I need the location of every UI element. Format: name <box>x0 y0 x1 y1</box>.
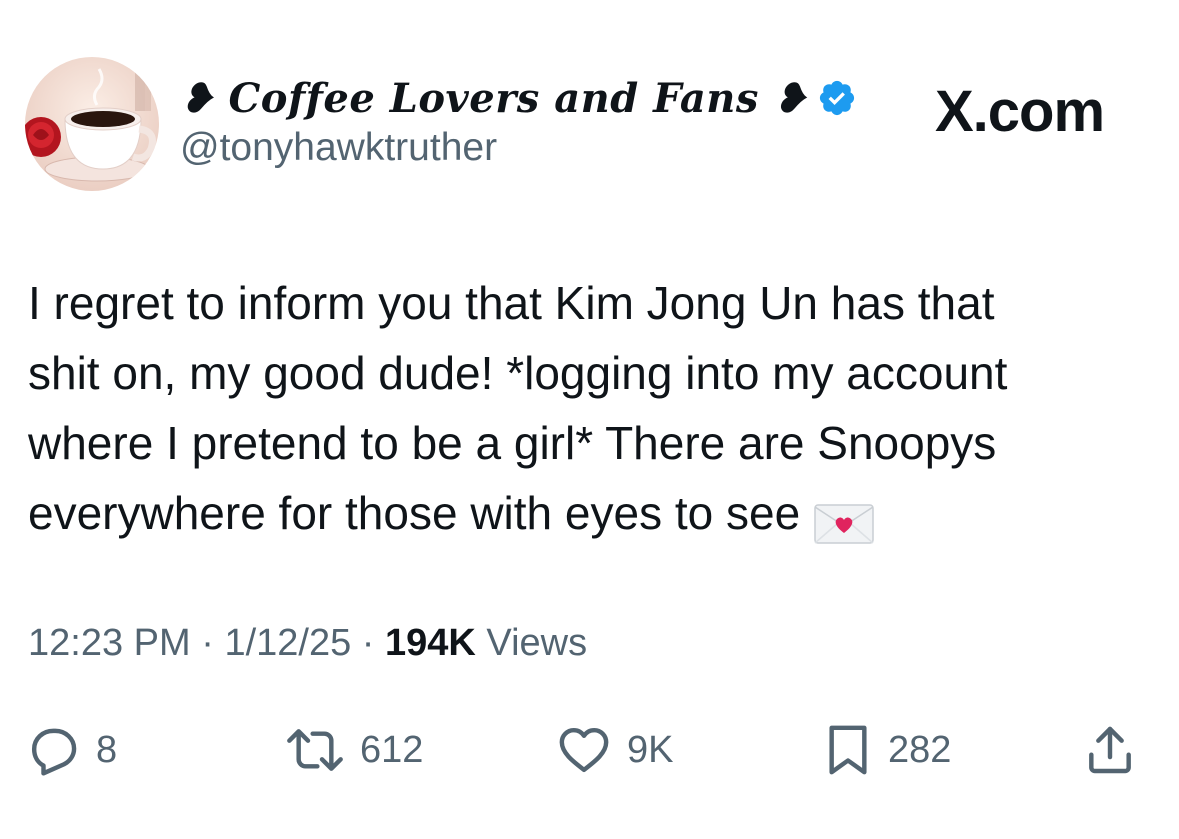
heart-icon <box>555 722 613 778</box>
tweet-date[interactable]: 1/12/25 <box>224 622 351 664</box>
tweet-action-bar: 8 612 9K 282 <box>0 715 1179 785</box>
repost-count: 612 <box>360 728 424 771</box>
share-icon <box>1082 722 1138 778</box>
name-decoration-left: ❥ <box>180 74 215 122</box>
bookmark-icon <box>822 722 874 778</box>
like-button[interactable]: 9K <box>555 715 673 785</box>
author-name-row[interactable]: ❥ Coffee Lovers and Fans ❥ <box>180 72 857 124</box>
name-decoration-right: ❥ <box>773 74 808 122</box>
meta-separator: · <box>361 622 375 664</box>
share-button[interactable] <box>1082 715 1138 785</box>
reply-icon <box>26 722 82 778</box>
avatar[interactable] <box>25 57 159 191</box>
tweet-time[interactable]: 12:23 PM <box>28 622 191 664</box>
tweet-text-line-last: everywhere for those with eyes to see <box>28 478 1148 548</box>
bookmark-button[interactable]: 282 <box>822 715 951 785</box>
verified-badge-icon <box>817 78 857 118</box>
tweet-text-line: I regret to inform you that Kim Jong Un … <box>28 277 995 329</box>
tweet-text-line: everywhere for those with eyes to see <box>28 487 801 539</box>
tweet-text-line: shit on, my good dude! *logging into my … <box>28 347 1008 399</box>
author-handle[interactable]: @tonyhawktruther <box>180 126 497 170</box>
x-com-brand-label: X.com <box>935 79 1105 144</box>
tweet-text: I regret to inform you that Kim Jong Un … <box>28 268 1148 548</box>
repost-button[interactable]: 612 <box>284 715 423 785</box>
views-label: Views <box>486 622 588 664</box>
author-display-name: Coffee Lovers and Fans <box>228 74 759 122</box>
tweet-text-line: where I pretend to be a girl* There are … <box>28 417 997 469</box>
reply-count: 8 <box>96 728 118 771</box>
love-letter-icon <box>814 493 874 544</box>
tweet-meta: 12:23 PM · 1/12/25 · 194K Views <box>28 622 587 665</box>
bookmark-count: 282 <box>888 728 952 771</box>
reply-button[interactable]: 8 <box>26 715 117 785</box>
repost-icon <box>284 722 346 778</box>
meta-separator: · <box>201 622 214 664</box>
views-count: 194K <box>385 622 476 664</box>
author-display-name-wrapper[interactable]: ❥ Coffee Lovers and Fans ❥ <box>180 75 807 122</box>
coffee-cup-avatar-image <box>25 57 159 191</box>
like-count: 9K <box>627 728 674 771</box>
